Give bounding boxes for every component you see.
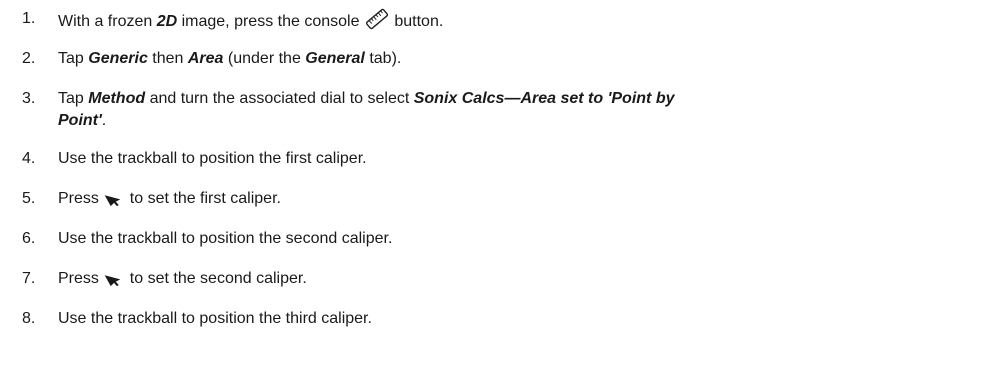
- step-text: Press to set the first caliper.: [58, 188, 948, 210]
- step-number: 6.: [22, 230, 36, 247]
- setting-sonix-calcs: Sonix Calcs—Area set to 'Point by: [413, 90, 675, 107]
- instruction-steps: 1. With a frozen 2D image, press the con…: [0, 0, 987, 367]
- pointer-arrow-icon: [103, 269, 125, 287]
- ruler-icon: [364, 8, 390, 30]
- text-run: Tap: [58, 50, 89, 67]
- step-number: 5.: [22, 190, 36, 207]
- step-number: 1.: [22, 10, 36, 27]
- step-text: Use the trackball to position the first …: [58, 150, 367, 167]
- text-run: and turn the associated dial to select: [145, 90, 414, 107]
- text-run: Press: [58, 190, 104, 207]
- menu-area: Area: [187, 50, 224, 67]
- text-run: to set the first caliper.: [125, 190, 281, 207]
- text-run: to set the second caliper.: [125, 270, 307, 287]
- text-run: button.: [389, 13, 444, 30]
- step-number: 4.: [22, 150, 36, 167]
- text-run: Tap: [58, 90, 89, 107]
- menu-generic: Generic: [88, 50, 148, 67]
- setting-point-by-point: Point': [58, 112, 102, 129]
- text-run: image, press the console: [177, 13, 364, 30]
- text-run: With a frozen: [58, 13, 157, 30]
- text-run: (under the: [223, 50, 306, 67]
- step-number: 2.: [22, 50, 36, 67]
- step-text: Use the trackball to position the second…: [58, 230, 393, 247]
- mode-2d: 2D: [156, 13, 178, 30]
- step-number: 3.: [22, 90, 36, 107]
- menu-method: Method: [88, 90, 146, 107]
- step-text: Press to set the second caliper.: [58, 268, 948, 290]
- tab-general: General: [305, 50, 365, 67]
- text-run: Press: [58, 270, 104, 287]
- pointer-arrow-icon: [103, 189, 125, 207]
- text-run: tab).: [364, 50, 402, 67]
- step-text: Tap Generic then Area (under the General…: [58, 48, 948, 70]
- step-text: Tap Method and turn the associated dial …: [58, 88, 938, 132]
- text-run: then: [147, 50, 188, 67]
- step-text: With a frozen 2D image, press the consol…: [58, 8, 948, 33]
- text-run: .: [101, 112, 107, 129]
- step-text: Use the trackball to position the third …: [58, 310, 372, 327]
- step-number: 8.: [22, 310, 36, 327]
- step-number: 7.: [22, 270, 36, 287]
